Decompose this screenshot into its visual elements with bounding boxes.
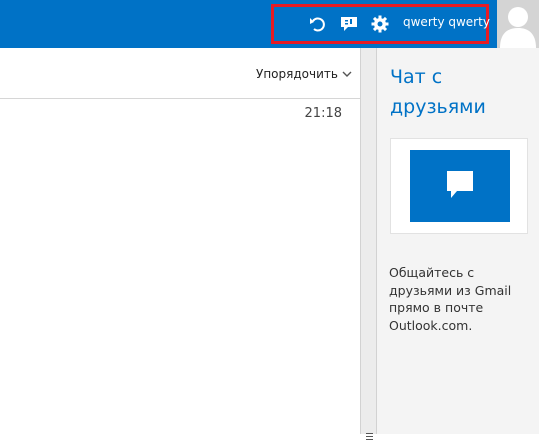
list-divider — [0, 98, 360, 99]
undo-icon[interactable] — [308, 14, 328, 34]
chat-card[interactable] — [390, 138, 528, 234]
sort-dropdown[interactable]: Упорядочить — [256, 67, 352, 81]
sort-label: Упорядочить — [256, 67, 338, 81]
username-label[interactable]: qwerty qwerty — [403, 15, 490, 29]
feedback-icon[interactable] — [339, 14, 359, 34]
chat-bubble-icon — [443, 167, 477, 205]
chat-description: Общайтесь с друзьями из Gmail прямо в по… — [389, 265, 512, 333]
chevron-down-icon — [342, 67, 352, 81]
top-bar: qwerty qwerty — [0, 0, 539, 48]
scrollbar[interactable] — [360, 48, 377, 440]
message-time: 21:18 — [304, 106, 342, 121]
chat-panel-title: Чат с друзьями — [390, 66, 486, 118]
scrollbar-grip-icon[interactable] — [366, 433, 373, 441]
avatar[interactable] — [497, 0, 539, 48]
gear-icon[interactable] — [370, 14, 390, 34]
chat-tile[interactable] — [410, 150, 510, 222]
